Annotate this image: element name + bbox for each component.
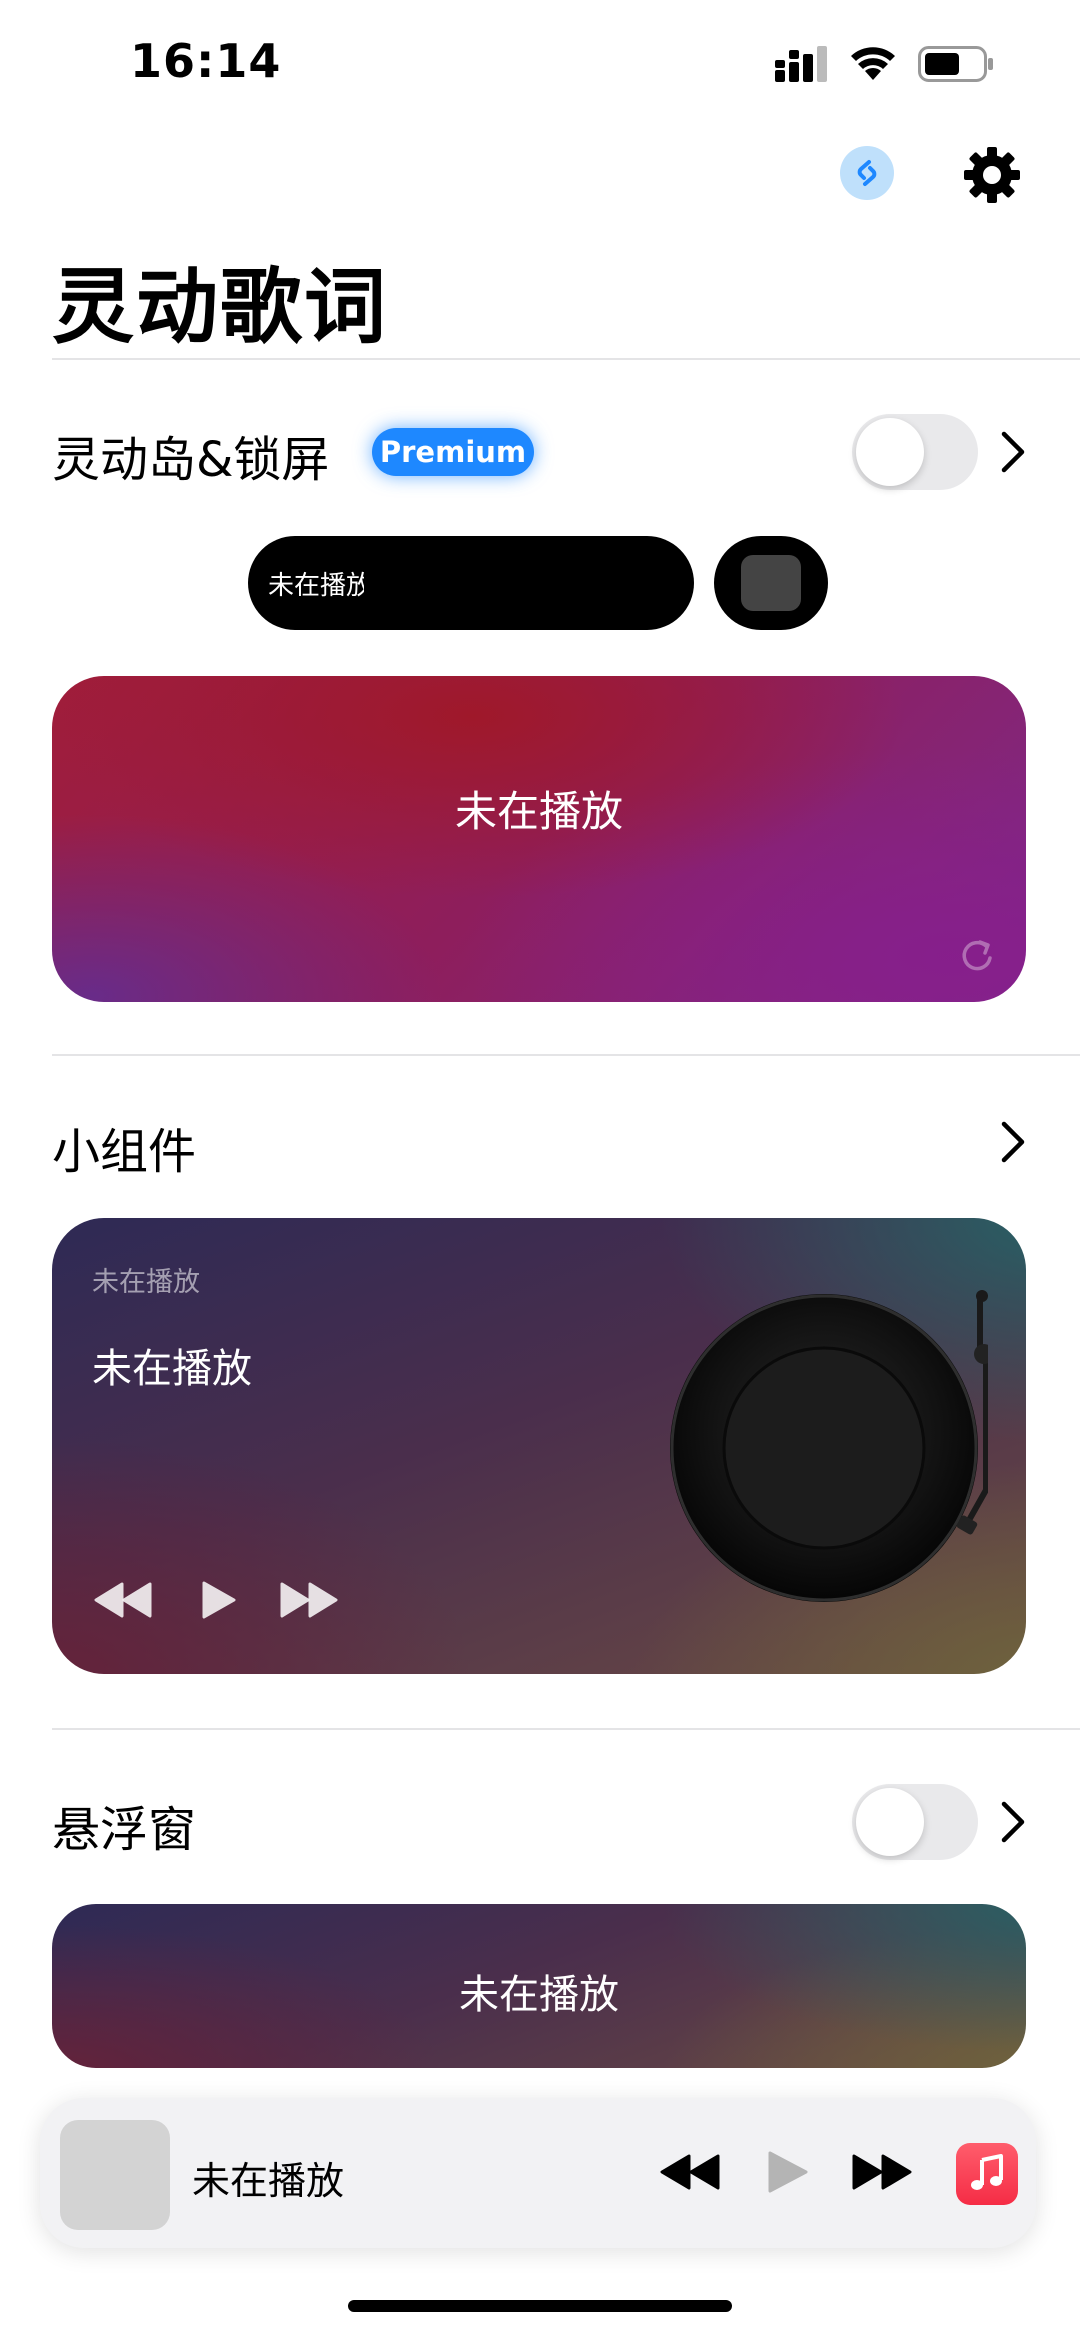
floating-window-preview-card[interactable]: 未在播放 [52, 1904, 1026, 2068]
chevron-right-icon[interactable] [998, 1800, 1028, 1844]
island-toggle[interactable] [852, 414, 978, 490]
fast-forward-icon[interactable] [278, 1580, 340, 1620]
toggle-knob [856, 418, 924, 486]
rewind-icon[interactable] [658, 2150, 722, 2194]
section-title-island[interactable]: 灵动岛&锁屏 [52, 420, 329, 490]
divider [52, 358, 1080, 360]
chevron-right-icon[interactable] [998, 430, 1028, 474]
island-pill-text: 未在播放 [268, 570, 364, 601]
divider [52, 1054, 1080, 1056]
toggle-knob [856, 1788, 924, 1856]
widget-preview-card[interactable]: 未在播放 未在播放 [52, 1218, 1026, 1674]
section-title-floating[interactable]: 悬浮窗 [52, 1790, 196, 1860]
wifi-icon [851, 47, 895, 80]
shazam-button[interactable] [840, 146, 894, 200]
music-note-icon [971, 2154, 1003, 2190]
signal-icon [775, 46, 827, 82]
status-time: 16:14 [130, 34, 282, 88]
album-art-placeholder [741, 555, 801, 611]
home-indicator[interactable] [348, 2300, 732, 2312]
premium-badge[interactable]: Premium [372, 428, 534, 476]
island-preview-pill: 未在播放 [248, 536, 694, 630]
turntable-icon [670, 1290, 988, 1602]
chevron-right-icon[interactable] [998, 1120, 1028, 1164]
mini-player-artwork [60, 2120, 170, 2230]
widget-subtitle: 未在播放 [92, 1267, 200, 1298]
status-bar: 16:14 [0, 0, 1080, 120]
shazam-icon [857, 160, 877, 186]
play-icon[interactable] [198, 1580, 238, 1620]
island-preview-circle [714, 536, 828, 630]
mini-player-title: 未在播放 [192, 2159, 345, 2203]
refresh-icon[interactable] [958, 936, 998, 976]
play-icon[interactable] [764, 2150, 810, 2194]
fast-forward-icon[interactable] [850, 2150, 914, 2194]
mini-player[interactable]: 未在播放 [40, 2098, 1036, 2248]
section-title-widget[interactable]: 小组件 [52, 1112, 196, 1182]
lockscreen-card-text: 未在播放 [454, 787, 623, 836]
divider [52, 1728, 1080, 1730]
floating-toggle[interactable] [852, 1784, 978, 1860]
gear-icon[interactable] [962, 145, 1022, 205]
lockscreen-preview-card[interactable]: 未在播放 [52, 676, 1026, 1002]
rewind-icon[interactable] [92, 1580, 154, 1620]
widget-track-title: 未在播放 [92, 1346, 252, 1392]
music-app-button[interactable] [956, 2143, 1018, 2205]
battery-icon [918, 46, 993, 82]
page-title: 灵动歌词 [52, 260, 389, 355]
floating-card-text: 未在播放 [459, 1972, 619, 2018]
